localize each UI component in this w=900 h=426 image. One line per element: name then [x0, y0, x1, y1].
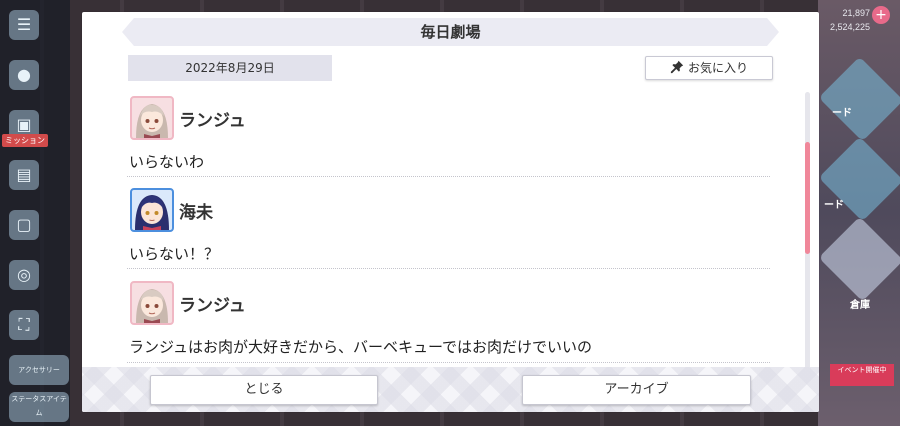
tile-label-2: ード [824, 200, 844, 211]
chat-icon[interactable]: ● [9, 60, 39, 90]
dialogue-text: いらないわ [129, 153, 205, 171]
archive-button[interactable]: アーカイブ [522, 375, 751, 405]
gold-counter: 2,524,225 [829, 22, 870, 32]
entry-divider [127, 362, 770, 363]
add-currency-button[interactable]: + [872, 6, 890, 24]
event-badge[interactable]: イベント開催中 [830, 364, 894, 386]
dialogue-list[interactable]: ランジュ いらないわ 海未 いらない！？ ランジュ ランジュはお肉が大好きだから… [127, 92, 772, 374]
avatar-ranju-icon [130, 96, 174, 140]
scrollbar-thumb[interactable] [805, 142, 810, 254]
right-tile-3[interactable] [818, 216, 900, 302]
gift-icon[interactable]: ▤ [9, 160, 39, 190]
entry-divider [127, 268, 770, 269]
menu-icon[interactable]: ☰ [9, 10, 39, 40]
dialog-title: 毎日劇場 [420, 23, 481, 41]
close-button[interactable]: とじる [150, 375, 378, 405]
dialogue-text: いらない！？ [129, 245, 220, 263]
speaker-name: 海未 [179, 203, 213, 223]
currency-counter: 21,897 [842, 8, 870, 18]
favorite-button[interactable]: お気に入り [645, 56, 773, 80]
entry-divider [127, 176, 770, 177]
dialogue-text: ランジュはお肉が大好きだから、バーベキューではお肉だけでいいの [129, 338, 593, 356]
scrollbar[interactable] [805, 92, 810, 375]
accessory-button[interactable]: アクセサリー [9, 355, 69, 385]
speaker-name: ランジュ [179, 296, 246, 316]
mission-label: ミッション [2, 134, 48, 147]
date-label: 2022年8月29日 [128, 55, 332, 81]
right-tile-1[interactable] [818, 56, 900, 142]
pin-icon [670, 60, 684, 74]
left-sidebar: ☰ ● ▣ ミッション ▤ ▢ ◎ ⛶ アクセサリー ステータスアイテム [0, 0, 70, 426]
favorite-label: お気に入り [687, 61, 748, 75]
warehouse-label: 倉庫 [850, 300, 870, 311]
tile-label-1: ード [832, 108, 852, 119]
speaker-name: ランジュ [179, 111, 246, 131]
avatar-umi-icon [130, 188, 174, 232]
story-icon[interactable]: ▢ [9, 210, 39, 240]
fullscreen-icon[interactable]: ⛶ [9, 310, 39, 340]
trophy-icon[interactable]: ◎ [9, 260, 39, 290]
right-panel: 21,897 2,524,225 + ード ード 倉庫 イベント開催中 [818, 0, 900, 426]
status-item-button[interactable]: ステータスアイテム [9, 392, 69, 422]
avatar-ranju-icon [130, 281, 174, 325]
title-bar: 毎日劇場 [122, 18, 779, 46]
daily-theater-dialog: 毎日劇場 2022年8月29日 お気に入り ランジュ いらないわ 海未 いらない… [82, 12, 819, 412]
